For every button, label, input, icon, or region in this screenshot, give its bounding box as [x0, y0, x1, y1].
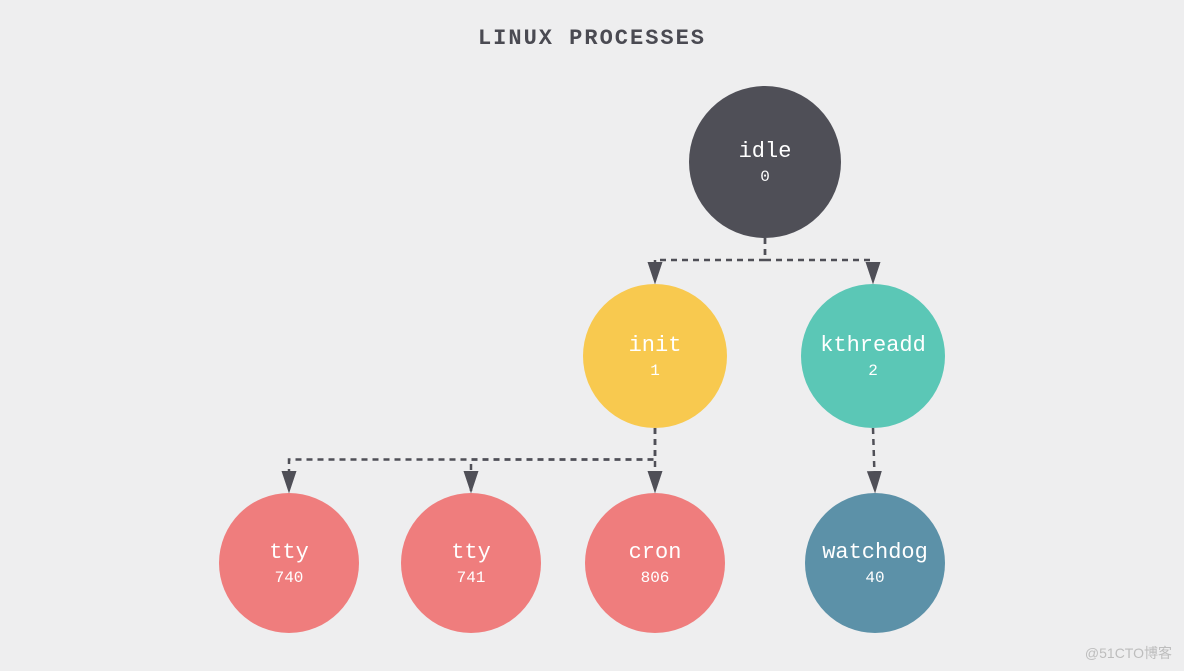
edge-idle-to-init	[655, 238, 765, 282]
process-node-init: init 1	[583, 284, 727, 428]
process-name: idle	[739, 139, 792, 164]
process-pid: 806	[641, 569, 670, 587]
edge-init-to-tty2	[471, 428, 655, 491]
process-node-cron: cron 806	[585, 493, 725, 633]
process-name: cron	[629, 540, 682, 565]
process-node-tty2: tty 741	[401, 493, 541, 633]
process-name: tty	[451, 540, 491, 565]
process-node-idle: idle 0	[689, 86, 841, 238]
process-name: init	[629, 333, 682, 358]
edge-kthreadd-to-watchdog	[873, 428, 875, 491]
process-name: tty	[269, 540, 309, 565]
process-node-tty1: tty 740	[219, 493, 359, 633]
process-node-watchdog: watchdog 40	[805, 493, 945, 633]
process-pid: 0	[760, 168, 770, 186]
process-name: kthreadd	[820, 333, 926, 358]
process-pid: 740	[275, 569, 304, 587]
process-pid: 1	[650, 362, 660, 380]
watermark: @51CTO博客	[1085, 643, 1172, 663]
process-pid: 741	[457, 569, 486, 587]
process-pid: 40	[865, 569, 884, 587]
process-pid: 2	[868, 362, 878, 380]
edge-idle-to-kthreadd	[765, 238, 873, 282]
process-name: watchdog	[822, 540, 928, 565]
process-node-kthreadd: kthreadd 2	[801, 284, 945, 428]
